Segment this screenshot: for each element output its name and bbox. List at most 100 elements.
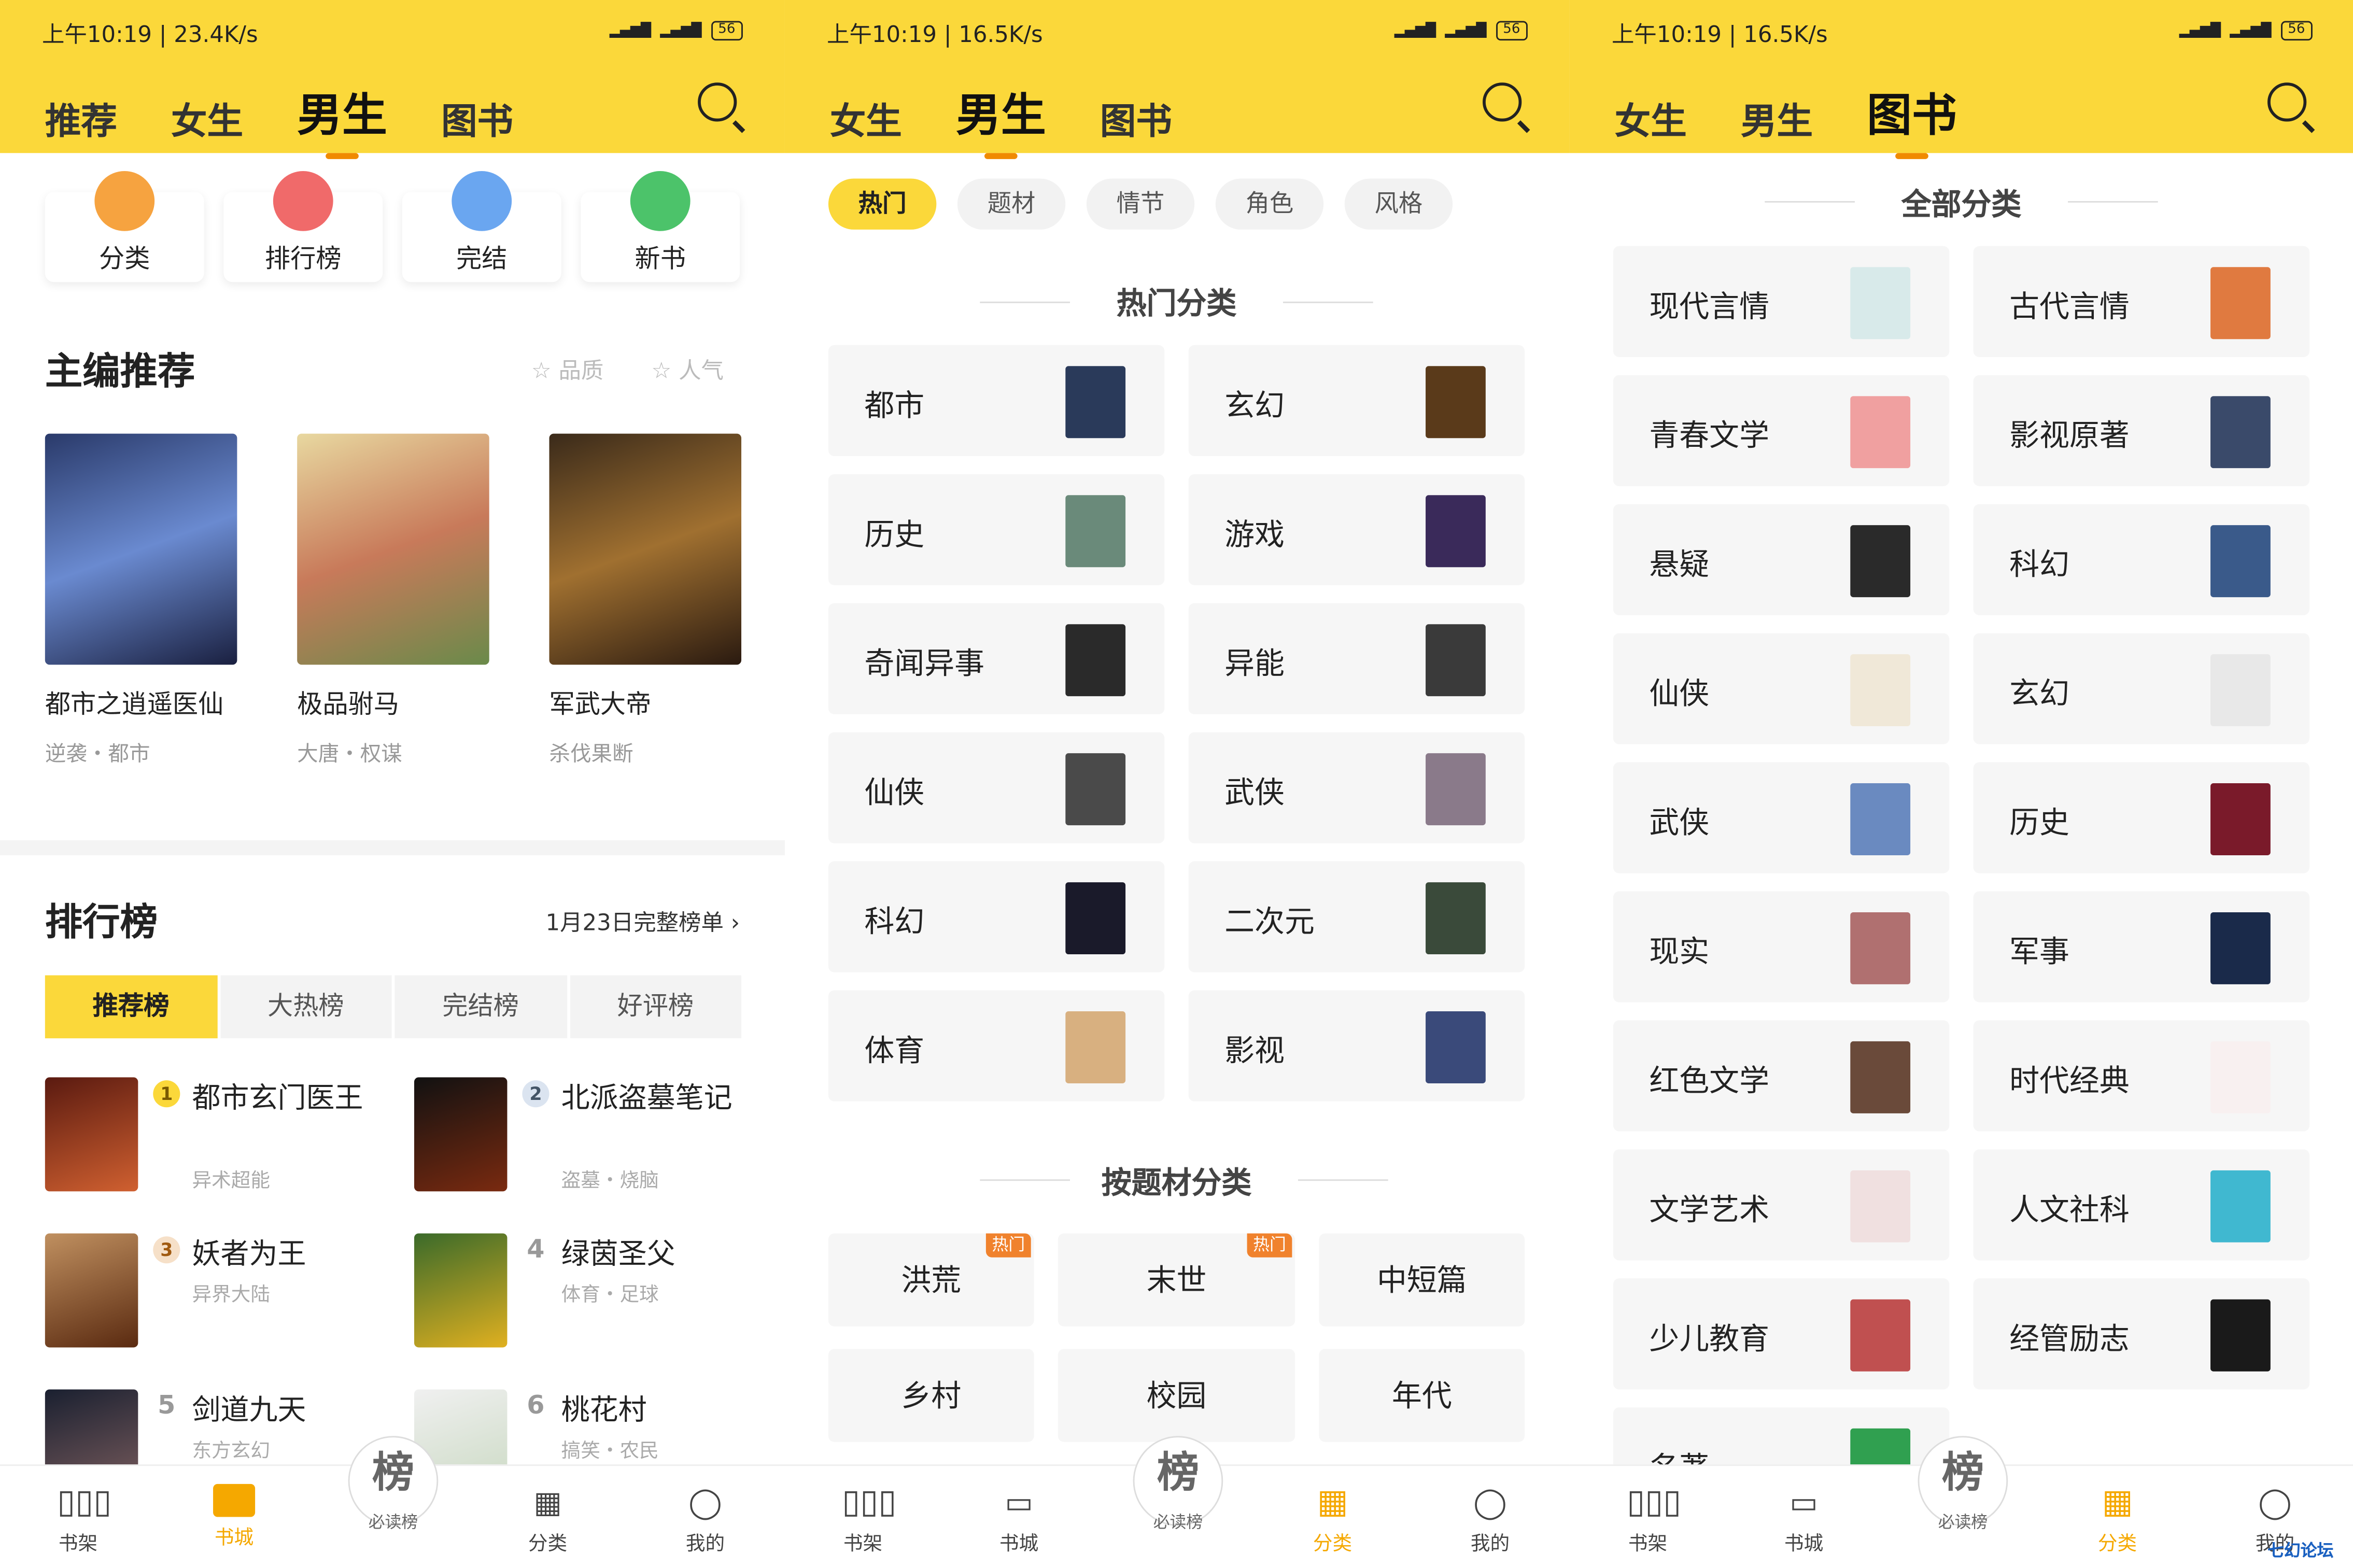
- genre-label: 末世: [1146, 1262, 1207, 1298]
- genre-item[interactable]: 校园: [1058, 1349, 1295, 1442]
- nav-shelf[interactable]: ▯▯▯ 书架: [33, 1484, 123, 1556]
- nav-label: 分类: [1313, 1533, 1352, 1556]
- chip-style[interactable]: 风格: [1344, 178, 1453, 230]
- rank-item[interactable]: 1 都市玄门医王 异术超能: [45, 1077, 390, 1193]
- genre-item[interactable]: 末世 热门: [1058, 1233, 1295, 1326]
- category-item[interactable]: 经管励志: [1973, 1278, 2310, 1390]
- category-icon: [94, 171, 155, 231]
- nav-shelf[interactable]: ▯▯▯ 书架: [818, 1484, 908, 1556]
- tab-books[interactable]: 图书: [1867, 78, 1957, 159]
- chip-hot[interactable]: 热门: [828, 178, 937, 230]
- quick-category[interactable]: 分类: [45, 171, 204, 282]
- category-item[interactable]: 悬疑: [1613, 504, 1950, 615]
- nav-rank[interactable]: 榜必读榜: [1918, 1436, 2008, 1532]
- nav-rank[interactable]: 榜必读榜: [1133, 1436, 1223, 1532]
- search-icon[interactable]: [698, 82, 737, 122]
- nav-category[interactable]: ▦ 分类: [1288, 1484, 1378, 1556]
- category-item[interactable]: 青春文学: [1613, 375, 1950, 486]
- category-item[interactable]: 仙侠: [1613, 633, 1950, 744]
- search-icon[interactable]: [2267, 82, 2307, 122]
- category-cover: [2210, 525, 2271, 598]
- category-item[interactable]: 古代言情: [1973, 246, 2310, 357]
- rank-tab[interactable]: 完结榜: [394, 975, 567, 1039]
- category-item[interactable]: 时代经典: [1973, 1020, 2310, 1132]
- nav-store[interactable]: ▭ 书城: [1759, 1484, 1849, 1556]
- quick-ranking[interactable]: 排行榜: [223, 171, 383, 282]
- category-item[interactable]: 科幻: [828, 861, 1165, 972]
- chip-role[interactable]: 角色: [1215, 178, 1324, 230]
- category-item[interactable]: 仙侠: [828, 732, 1165, 843]
- tab-recommend[interactable]: 推荐: [45, 92, 117, 144]
- rank-item[interactable]: 3 妖者为王 异界大陆: [45, 1233, 390, 1348]
- category-item[interactable]: 科幻: [1973, 504, 2310, 615]
- category-item[interactable]: 玄幻: [1973, 633, 2310, 744]
- category-item[interactable]: 玄幻: [1188, 345, 1525, 456]
- tab-books[interactable]: 图书: [1100, 92, 1172, 144]
- category-item[interactable]: 文学艺术: [1613, 1149, 1950, 1261]
- tab-male[interactable]: 男生: [297, 78, 387, 159]
- filter-popularity[interactable]: ☆ 人气: [651, 354, 724, 386]
- chip-plot[interactable]: 情节: [1086, 178, 1195, 230]
- category-item[interactable]: 现实: [1613, 891, 1950, 1002]
- top-bar: 上午10:19 | 16.5K/s ▂▄▆█ ▂▄▆█ 56 女生 男生 图书: [784, 0, 1570, 159]
- category-label: 武侠: [1649, 804, 1710, 841]
- category-item[interactable]: 影视原著: [1973, 375, 2310, 486]
- book-cover: [414, 1077, 508, 1192]
- category-item[interactable]: 红色文学: [1613, 1020, 1950, 1132]
- tab-female[interactable]: 女生: [1615, 92, 1687, 144]
- tab-books[interactable]: 图书: [441, 92, 513, 144]
- nav-rank[interactable]: 榜必读榜: [348, 1436, 439, 1532]
- rank-full-link[interactable]: 1月23日完整榜单 ›: [545, 906, 740, 938]
- rank-tab[interactable]: 推荐榜: [45, 975, 217, 1039]
- search-icon[interactable]: [1483, 82, 1522, 122]
- tab-female[interactable]: 女生: [830, 92, 902, 144]
- book-tags: 杀伐果断: [549, 742, 633, 767]
- nav-category[interactable]: ▦ 分类: [2073, 1484, 2163, 1556]
- tab-male[interactable]: 男生: [956, 78, 1046, 159]
- category-item[interactable]: 军事: [1973, 891, 2310, 1002]
- rank-tab[interactable]: 好评榜: [569, 975, 742, 1039]
- category-item[interactable]: 历史: [828, 474, 1165, 585]
- category-item[interactable]: 少儿教育: [1613, 1278, 1950, 1390]
- category-cover: [1426, 624, 1486, 697]
- category-item[interactable]: 游戏: [1188, 474, 1525, 585]
- category-item[interactable]: 现代言情: [1613, 246, 1950, 357]
- nav-me[interactable]: ◯ 我的: [1445, 1484, 1535, 1556]
- category-cover: [1065, 624, 1126, 697]
- category-item[interactable]: 异能: [1188, 603, 1525, 714]
- book-card[interactable]: 军武大帝 杀伐果断: [549, 433, 742, 769]
- chip-topic[interactable]: 题材: [957, 178, 1066, 230]
- rank-item[interactable]: 4 绿茵圣父 体育・足球: [414, 1233, 759, 1348]
- category-cover: [1065, 1011, 1126, 1083]
- nav-store[interactable]: 书城: [189, 1484, 279, 1550]
- nav-category[interactable]: ▦ 分类: [503, 1484, 593, 1556]
- genre-item[interactable]: 洪荒 热门: [828, 1233, 1034, 1326]
- genre-item[interactable]: 年代: [1319, 1349, 1525, 1442]
- rank-tab[interactable]: 大热榜: [220, 975, 392, 1039]
- tab-male[interactable]: 男生: [1741, 92, 1813, 144]
- book-card[interactable]: 都市之逍遥医仙 逆袭・都市: [45, 433, 237, 769]
- nav-shelf[interactable]: ▯▯▯ 书架: [1603, 1484, 1693, 1556]
- filter-quality[interactable]: ☆ 品质: [531, 354, 604, 386]
- category-item[interactable]: 奇闻异事: [828, 603, 1165, 714]
- divider: [1298, 1179, 1388, 1181]
- category-item[interactable]: 武侠: [1613, 762, 1950, 873]
- quick-new[interactable]: 新书: [581, 171, 740, 282]
- category-item[interactable]: 武侠: [1188, 732, 1525, 843]
- category-item[interactable]: 人文社科: [1973, 1149, 2310, 1261]
- status-text: 上午10:19 | 16.5K/s: [827, 21, 1043, 48]
- genre-item[interactable]: 中短篇: [1319, 1233, 1525, 1326]
- category-item[interactable]: 历史: [1973, 762, 2310, 873]
- category-item[interactable]: 影视: [1188, 990, 1525, 1101]
- category-item[interactable]: 二次元: [1188, 861, 1525, 972]
- quick-finished[interactable]: 完结: [402, 171, 561, 282]
- rank-item[interactable]: 2 北派盗墓笔记 盗墓・烧脑: [414, 1077, 759, 1193]
- genre-item[interactable]: 乡村: [828, 1349, 1034, 1442]
- book-card[interactable]: 极品驸马 大唐・权谋: [297, 433, 489, 769]
- category-item[interactable]: 都市: [828, 345, 1165, 456]
- nav-me[interactable]: ◯ 我的: [660, 1484, 751, 1556]
- nav-store[interactable]: ▭ 书城: [974, 1484, 1064, 1556]
- user-icon: ◯: [2258, 1484, 2292, 1520]
- tab-female[interactable]: 女生: [171, 92, 243, 144]
- category-item[interactable]: 体育: [828, 990, 1165, 1101]
